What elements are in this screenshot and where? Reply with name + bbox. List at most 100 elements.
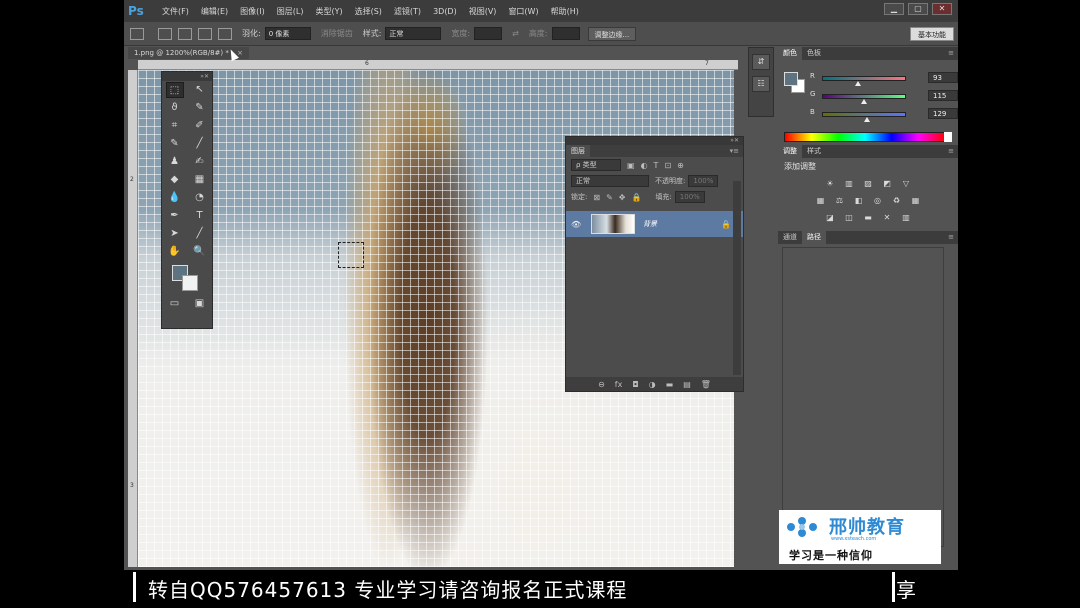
- marquee-preset-icon[interactable]: [130, 27, 144, 40]
- curves-icon[interactable]: ▨: [862, 178, 875, 189]
- clone-stamp-tool-icon[interactable]: ♟: [166, 154, 184, 170]
- maximize-button[interactable]: ▢: [908, 3, 928, 15]
- adjustment-filter-icon[interactable]: ◐: [641, 161, 648, 170]
- dodge-tool-icon[interactable]: ◔: [191, 190, 209, 206]
- menu-3d[interactable]: 3D(D): [433, 7, 457, 16]
- background-color-swatch[interactable]: [182, 275, 198, 291]
- fx-icon[interactable]: fx: [615, 380, 623, 389]
- hand-tool-icon[interactable]: ✋: [166, 244, 184, 260]
- crop-tool-icon[interactable]: ⌗: [166, 118, 184, 134]
- tab-paths[interactable]: 路径: [802, 231, 826, 244]
- tab-channels[interactable]: 通道: [778, 231, 802, 244]
- new-adjustment-icon[interactable]: ◑: [649, 380, 656, 389]
- brush-tool-icon[interactable]: ╱: [191, 136, 209, 152]
- photo-filter-icon[interactable]: ◎: [871, 195, 884, 206]
- red-value[interactable]: 93: [928, 72, 958, 83]
- type-filter-icon[interactable]: T: [654, 161, 659, 170]
- invert-icon[interactable]: ◪: [824, 212, 837, 223]
- layer-name[interactable]: 背景: [643, 219, 657, 229]
- eraser-tool-icon[interactable]: ◆: [166, 172, 184, 188]
- blue-slider[interactable]: B 129: [810, 108, 958, 122]
- panel-menu-icon[interactable]: ≡: [948, 231, 954, 244]
- minimize-button[interactable]: ▁: [884, 3, 904, 15]
- tab-adjustments[interactable]: 调整: [778, 145, 802, 158]
- lasso-tool-icon[interactable]: ϑ: [166, 100, 184, 116]
- history-panel-icon[interactable]: ⇵: [752, 54, 770, 70]
- path-select-tool-icon[interactable]: ➤: [166, 226, 184, 242]
- blue-value[interactable]: 129: [928, 108, 958, 119]
- blur-tool-icon[interactable]: 💧: [166, 190, 184, 206]
- green-knob[interactable]: [861, 99, 867, 104]
- style-select[interactable]: 正常: [385, 27, 442, 40]
- posterize-icon[interactable]: ◫: [843, 212, 856, 223]
- layers-panel-header[interactable]: »✕: [566, 137, 743, 145]
- type-tool-icon[interactable]: T: [191, 208, 209, 224]
- menu-filter[interactable]: 滤镜(T): [394, 6, 421, 17]
- trash-icon[interactable]: 🗑: [701, 380, 711, 389]
- channel-mixer-icon[interactable]: ♻: [890, 195, 903, 206]
- vertical-ruler[interactable]: 2 3: [128, 70, 138, 567]
- close-button[interactable]: ✕: [932, 3, 952, 15]
- blend-mode-select[interactable]: 正常: [571, 175, 649, 187]
- subtract-selection-icon[interactable]: [198, 27, 212, 40]
- red-track[interactable]: [822, 76, 906, 81]
- horizontal-ruler[interactable]: 6 7: [138, 60, 738, 70]
- quick-mask-icon[interactable]: ▭: [166, 296, 184, 312]
- green-slider[interactable]: G 115: [810, 90, 958, 104]
- black-white-icon[interactable]: ◧: [852, 195, 865, 206]
- threshold-icon[interactable]: ▬: [862, 212, 875, 223]
- menu-select[interactable]: 选择(S): [355, 6, 382, 17]
- fill-input[interactable]: 100%: [674, 191, 705, 203]
- link-layers-icon[interactable]: ⊖: [598, 380, 605, 389]
- visibility-eye-icon[interactable]: 👁: [571, 220, 585, 229]
- move-tool-icon[interactable]: ↖: [191, 82, 209, 98]
- healing-brush-tool-icon[interactable]: ✎: [166, 136, 184, 152]
- line-tool-icon[interactable]: ╱: [191, 226, 209, 242]
- color-spectrum[interactable]: [784, 132, 946, 142]
- tools-panel-header[interactable]: »✕: [162, 72, 212, 81]
- refine-edge-button[interactable]: 调整边缘...: [587, 26, 637, 41]
- pixel-filter-icon[interactable]: ▣: [627, 161, 635, 170]
- color-lookup-icon[interactable]: ▦: [909, 195, 922, 206]
- menu-image[interactable]: 图像(I): [240, 6, 265, 17]
- tab-styles[interactable]: 样式: [802, 145, 826, 158]
- vibrance-icon[interactable]: ▽: [900, 178, 913, 189]
- feather-input[interactable]: 0 像素: [264, 27, 311, 40]
- gradient-tool-icon[interactable]: ▦: [191, 172, 209, 188]
- rect-marquee-tool-icon[interactable]: ⬚: [165, 82, 184, 98]
- selective-color-icon[interactable]: ✕: [881, 212, 894, 223]
- intersect-selection-icon[interactable]: [218, 27, 232, 40]
- layers-scrollbar[interactable]: [733, 181, 741, 375]
- eyedropper-tool-icon[interactable]: ✐: [191, 118, 209, 134]
- menu-layer[interactable]: 图层(L): [277, 6, 304, 17]
- menu-view[interactable]: 视图(V): [469, 6, 497, 17]
- menu-edit[interactable]: 编辑(E): [201, 6, 228, 17]
- quick-select-tool-icon[interactable]: ✎: [191, 100, 209, 116]
- tab-layers[interactable]: 图层: [566, 145, 590, 157]
- paths-list[interactable]: [782, 247, 944, 547]
- width-input[interactable]: [474, 27, 503, 40]
- green-value[interactable]: 115: [928, 90, 958, 101]
- color-balance-icon[interactable]: ⚖: [833, 195, 846, 206]
- pen-tool-icon[interactable]: ✒: [166, 208, 184, 224]
- lock-position-icon[interactable]: ✥: [619, 193, 626, 202]
- lock-all-icon[interactable]: 🔒: [631, 193, 641, 202]
- history-brush-tool-icon[interactable]: ✍: [191, 154, 209, 170]
- new-group-icon[interactable]: ▬: [666, 380, 674, 389]
- new-selection-icon[interactable]: [158, 27, 172, 40]
- layer-filter-select[interactable]: ρ 类型: [571, 159, 621, 171]
- smart-filter-icon[interactable]: ⊕: [677, 161, 684, 170]
- layer-row-background[interactable]: 👁 背景 🔒: [566, 211, 743, 237]
- tab-swatches[interactable]: 色板: [802, 47, 826, 60]
- gradient-map-icon[interactable]: ▥: [900, 212, 913, 223]
- exposure-icon[interactable]: ◩: [881, 178, 894, 189]
- menu-help[interactable]: 帮助(H): [551, 6, 579, 17]
- properties-panel-icon[interactable]: ☷: [752, 76, 770, 92]
- swap-icon[interactable]: ⇄: [512, 29, 519, 38]
- lock-image-icon[interactable]: ✎: [606, 193, 613, 202]
- panel-menu-icon[interactable]: ≡: [948, 145, 954, 158]
- opacity-input[interactable]: 100%: [688, 175, 719, 187]
- add-mask-icon[interactable]: ◘: [632, 380, 638, 389]
- add-selection-icon[interactable]: [178, 27, 192, 40]
- tab-color[interactable]: 颜色: [778, 47, 802, 60]
